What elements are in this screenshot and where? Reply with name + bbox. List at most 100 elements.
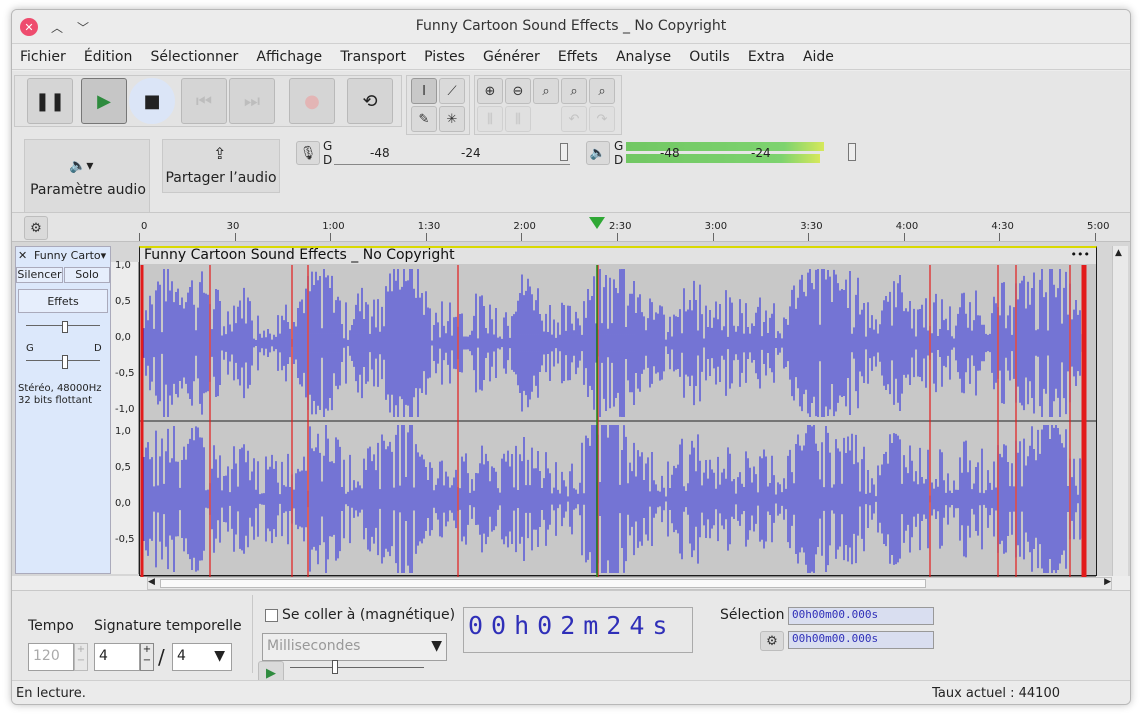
- timeline-tick-mark: [617, 233, 618, 241]
- skip-end-button[interactable]: ⏭: [229, 78, 275, 124]
- record-meter[interactable]: -48 -24: [334, 141, 570, 165]
- solo-button[interactable]: Solo: [64, 267, 110, 283]
- scroll-up-icon: ▲: [1115, 248, 1122, 258]
- status-text: En lecture.: [16, 686, 86, 701]
- play-meter-button[interactable]: 🔈: [586, 141, 610, 165]
- menu-analyse[interactable]: Analyse: [616, 44, 671, 65]
- rec-gain-handle[interactable]: [560, 143, 568, 161]
- window-title: Funny Cartoon Sound Effects _ No Copyrig…: [415, 18, 727, 34]
- menu-edition[interactable]: Édition: [84, 44, 132, 65]
- snap-unit-select[interactable]: Millisecondes ▼: [262, 633, 447, 661]
- track-name-menu[interactable]: Funny Carto▾: [34, 249, 110, 262]
- zoom-out-button[interactable]: ⊖: [505, 78, 531, 104]
- play-tick-24: -24: [751, 146, 771, 160]
- redo-button[interactable]: ↷: [589, 106, 615, 132]
- playback-speed-handle[interactable]: [332, 660, 338, 674]
- selection-tool[interactable]: I: [411, 78, 437, 104]
- trim-button[interactable]: ⫼: [477, 106, 503, 132]
- record-meter-button[interactable]: 🎙: [296, 141, 320, 165]
- skip-start-button[interactable]: ⏮: [181, 78, 227, 124]
- snap-label: Se coller à (magnétique): [282, 607, 456, 623]
- pause-button[interactable]: ❚❚: [27, 78, 73, 124]
- playback-meter[interactable]: -48 -24: [626, 141, 858, 165]
- timeline-tick-label: 2:30: [609, 221, 632, 232]
- play-button[interactable]: ▶: [81, 78, 127, 124]
- multi-tool[interactable]: ✳: [439, 106, 465, 132]
- ibeam-icon: I: [422, 83, 426, 99]
- record-button[interactable]: ●: [289, 78, 335, 124]
- zoom-fit-button[interactable]: ⌕: [561, 78, 587, 104]
- audio-clip[interactable]: Funny Cartoon Sound Effects _ No Copyrig…: [139, 246, 1097, 577]
- mute-button[interactable]: Silencer: [16, 267, 63, 283]
- timeline-settings-button[interactable]: ⚙: [24, 216, 48, 240]
- menu-extra[interactable]: Extra: [748, 44, 785, 65]
- snap-checkbox[interactable]: [265, 609, 278, 622]
- envelope-tool[interactable]: ⟋: [439, 78, 465, 104]
- menu-transport[interactable]: Transport: [340, 44, 406, 65]
- menu-fichier[interactable]: Fichier: [20, 44, 66, 65]
- menu-effets[interactable]: Effets: [558, 44, 598, 65]
- pan-slider-handle[interactable]: [62, 355, 68, 369]
- waveform[interactable]: [140, 265, 1096, 577]
- silence-icon: ⫼: [515, 111, 521, 127]
- draw-tool[interactable]: ✎: [411, 106, 437, 132]
- signature-stepper[interactable]: + −: [140, 643, 154, 671]
- dropdown-arrow-icon: ▼: [431, 638, 442, 654]
- selection-end-field[interactable]: 00h00m00.000s: [788, 631, 934, 649]
- share-audio-label: Partager l’audio: [165, 170, 277, 186]
- close-track-button[interactable]: ✕: [18, 249, 27, 262]
- loop-button[interactable]: ⟲: [347, 78, 393, 124]
- signature-denominator[interactable]: 4 ▼: [172, 643, 232, 671]
- menu-outils[interactable]: Outils: [689, 44, 729, 65]
- menu-pistes[interactable]: Pistes: [424, 44, 465, 65]
- playback-speed-slider[interactable]: [290, 659, 424, 679]
- clip-title: Funny Cartoon Sound Effects _ No Copyrig…: [144, 247, 455, 263]
- stop-icon: ■: [143, 90, 161, 112]
- playhead-marker[interactable]: [589, 217, 605, 229]
- menu-aide[interactable]: Aide: [803, 44, 834, 65]
- gain-slider-handle[interactable]: [62, 321, 68, 333]
- track-area: ✕ Funny Carto▾ Silencer Solo Effets G D …: [12, 242, 1130, 577]
- tempo-field[interactable]: 120: [28, 643, 74, 671]
- tempo-label: Tempo: [28, 618, 74, 634]
- clip-header[interactable]: Funny Cartoon Sound Effects _ No Copyrig…: [140, 248, 1096, 264]
- timeline-tick-mark: [712, 233, 714, 241]
- signature-numerator[interactable]: 4: [94, 643, 140, 671]
- amplitude-ruler[interactable]: 1,0 0,5 0,0 -0,5 -1,0 1,0 0,5 0,0 -0,5: [111, 260, 139, 574]
- horizontal-scroll-thumb[interactable]: [160, 579, 926, 588]
- timeline-ruler[interactable]: ⚙ 0 30 1:00 1:30 2:00 2:30 3:00 3:30 4:00 4:30 5:0…: [12, 212, 1130, 242]
- horizontal-scrollbar[interactable]: ◀ ▶: [147, 577, 1112, 590]
- tempo-stepper[interactable]: + −: [74, 643, 88, 671]
- share-audio-button[interactable]: ⇪ Partager l’audio: [162, 139, 280, 193]
- envelope-icon: ⟋: [447, 83, 457, 99]
- menu-generer[interactable]: Générer: [483, 44, 540, 65]
- bottom-toolbar: Tempo Signature temporelle 120 + − 4 + − /…: [12, 590, 1130, 685]
- menu-selectionner[interactable]: Sélectionner: [151, 44, 239, 65]
- pan-slider[interactable]: [26, 355, 100, 369]
- share-icon: ⇪: [213, 144, 227, 163]
- gain-slider[interactable]: [26, 321, 100, 333]
- amplitude-tick-label: 0,0: [115, 332, 131, 343]
- audio-setup-button[interactable]: Paramètre audio: [29, 182, 147, 198]
- clip-menu-button[interactable]: •••: [1071, 248, 1090, 262]
- vertical-scrollbar[interactable]: ▲: [1112, 246, 1128, 576]
- menu-affichage[interactable]: Affichage: [256, 44, 322, 65]
- zoom-selection-button[interactable]: ⌕: [533, 78, 559, 104]
- timeline-tick-label: 1:30: [417, 221, 441, 232]
- time-display[interactable]: 00h02m24s: [463, 607, 693, 653]
- selection-settings-button[interactable]: ⚙: [760, 631, 784, 651]
- undo-button[interactable]: ↶: [561, 106, 587, 132]
- play-gain-handle[interactable]: [848, 143, 856, 161]
- zoom-toggle-button[interactable]: ⌕: [589, 78, 615, 104]
- amplitude-tick-label: -0,5: [115, 534, 135, 545]
- stop-button[interactable]: ■: [129, 78, 175, 124]
- track-sample-format: 32 bits flottant: [18, 395, 92, 406]
- snap-unit-value: Millisecondes: [267, 638, 361, 654]
- timeline-tick-label: 3:30: [800, 221, 823, 232]
- effects-button[interactable]: Effets: [18, 289, 108, 313]
- selection-start-field[interactable]: 00h00m00.000s: [788, 607, 934, 625]
- signature-label: Signature temporelle: [94, 618, 242, 634]
- zoom-in-button[interactable]: ⊕: [477, 78, 503, 104]
- silence-button[interactable]: ⫼: [505, 106, 531, 132]
- dropdown-arrow-icon: ▼: [214, 648, 225, 664]
